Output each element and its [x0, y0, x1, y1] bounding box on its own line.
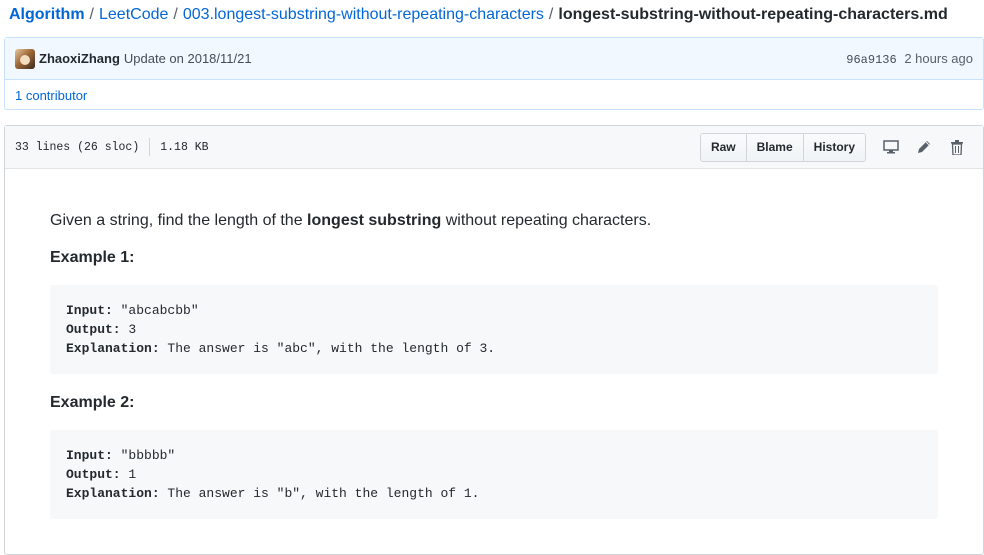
file-info: 33 lines (26 sloc) 1.18 KB	[15, 138, 209, 156]
history-button[interactable]: History	[803, 133, 865, 161]
input-label: Input:	[66, 303, 113, 318]
example1-code-block: Input: "abcabcbb" Output: 3 Explanation: T…	[50, 285, 938, 374]
blame-button[interactable]: Blame	[746, 133, 804, 161]
breadcrumb-repo-link[interactable]: Algorithm	[9, 6, 85, 23]
contributors-row: 1 contributor	[5, 80, 983, 110]
code-line: Input: "bbbbb"	[66, 446, 922, 465]
intro-paragraph: Given a string, find the length of the l…	[50, 209, 938, 233]
pencil-icon[interactable]	[907, 134, 940, 161]
commit-tease: ZhaoxiZhang Update on 2018/11/21 96a9136…	[4, 37, 984, 110]
output-value: 1	[120, 467, 137, 482]
commit-sha-link[interactable]: 96a9136	[846, 53, 896, 67]
breadcrumb-separator: /	[173, 6, 178, 23]
raw-button[interactable]: Raw	[700, 133, 747, 161]
explanation-value: The answer is "abc", with the length of …	[159, 341, 496, 356]
example2-heading: Example 2:	[50, 394, 135, 411]
input-label: Input:	[66, 448, 113, 463]
example2-code-block: Input: "bbbbb" Output: 1 Explanation: The …	[50, 430, 938, 519]
file-viewer: 33 lines (26 sloc) 1.18 KB Raw Blame His…	[4, 125, 984, 555]
commit-time: 2 hours ago	[904, 50, 973, 66]
code-line: Explanation: The answer is "abc", with t…	[66, 339, 922, 358]
breadcrumb-folder-link[interactable]: LeetCode	[99, 6, 168, 23]
file-actions: Raw Blame History	[699, 132, 973, 162]
commit-header: ZhaoxiZhang Update on 2018/11/21 96a9136…	[5, 38, 983, 80]
intro-text: Given a string, find the length of the	[50, 212, 308, 229]
breadcrumb-subfolder-link[interactable]: 003.longest-substring-without-repeating-…	[183, 6, 544, 23]
commit-meta: 96a9136 2 hours ago	[846, 51, 973, 67]
code-line: Output: 3	[66, 320, 922, 339]
trash-icon[interactable]	[940, 134, 973, 161]
output-label: Output:	[66, 322, 121, 337]
file-info-divider	[149, 138, 151, 156]
intro-text-end: without repeating characters.	[441, 212, 652, 229]
desktop-icon[interactable]	[874, 134, 907, 161]
code-line: Output: 1	[66, 465, 922, 484]
contributors-link[interactable]: 1 contributor	[15, 88, 87, 103]
markdown-body: Given a string, find the length of the l…	[5, 169, 983, 519]
example1-heading: Example 1:	[50, 249, 135, 266]
breadcrumb-separator: /	[89, 6, 94, 23]
breadcrumb: Algorithm / LeetCode/003.longest-substring…	[9, 4, 948, 28]
output-label: Output:	[66, 467, 121, 482]
commit-message-link[interactable]: Update on 2018/11/21	[124, 51, 252, 66]
input-value: "bbbbb"	[112, 448, 176, 463]
explanation-value: The answer is "b", with the length of 1.	[159, 486, 480, 501]
file-header: 33 lines (26 sloc) 1.18 KB Raw Blame His…	[5, 126, 983, 169]
file-size: 1.18 KB	[160, 140, 209, 154]
code-line: Explanation: The answer is "b", with the…	[66, 484, 922, 503]
code-line: Input: "abcabcbb"	[66, 301, 922, 320]
explanation-label: Explanation:	[66, 341, 160, 356]
file-line-count: 33 lines (26 sloc)	[15, 140, 140, 154]
intro-bold-text: longest substring	[307, 212, 442, 229]
breadcrumb-filename: longest-substring-without-repeating-char…	[558, 6, 948, 23]
input-value: "abcabcbb"	[112, 303, 199, 318]
explanation-label: Explanation:	[66, 486, 160, 501]
file-button-group: Raw Blame History	[699, 132, 866, 162]
breadcrumb-separator: /	[548, 6, 554, 23]
output-value: 3	[120, 322, 137, 337]
commit-author-link[interactable]: ZhaoxiZhang	[39, 51, 120, 66]
avatar[interactable]	[15, 48, 35, 69]
